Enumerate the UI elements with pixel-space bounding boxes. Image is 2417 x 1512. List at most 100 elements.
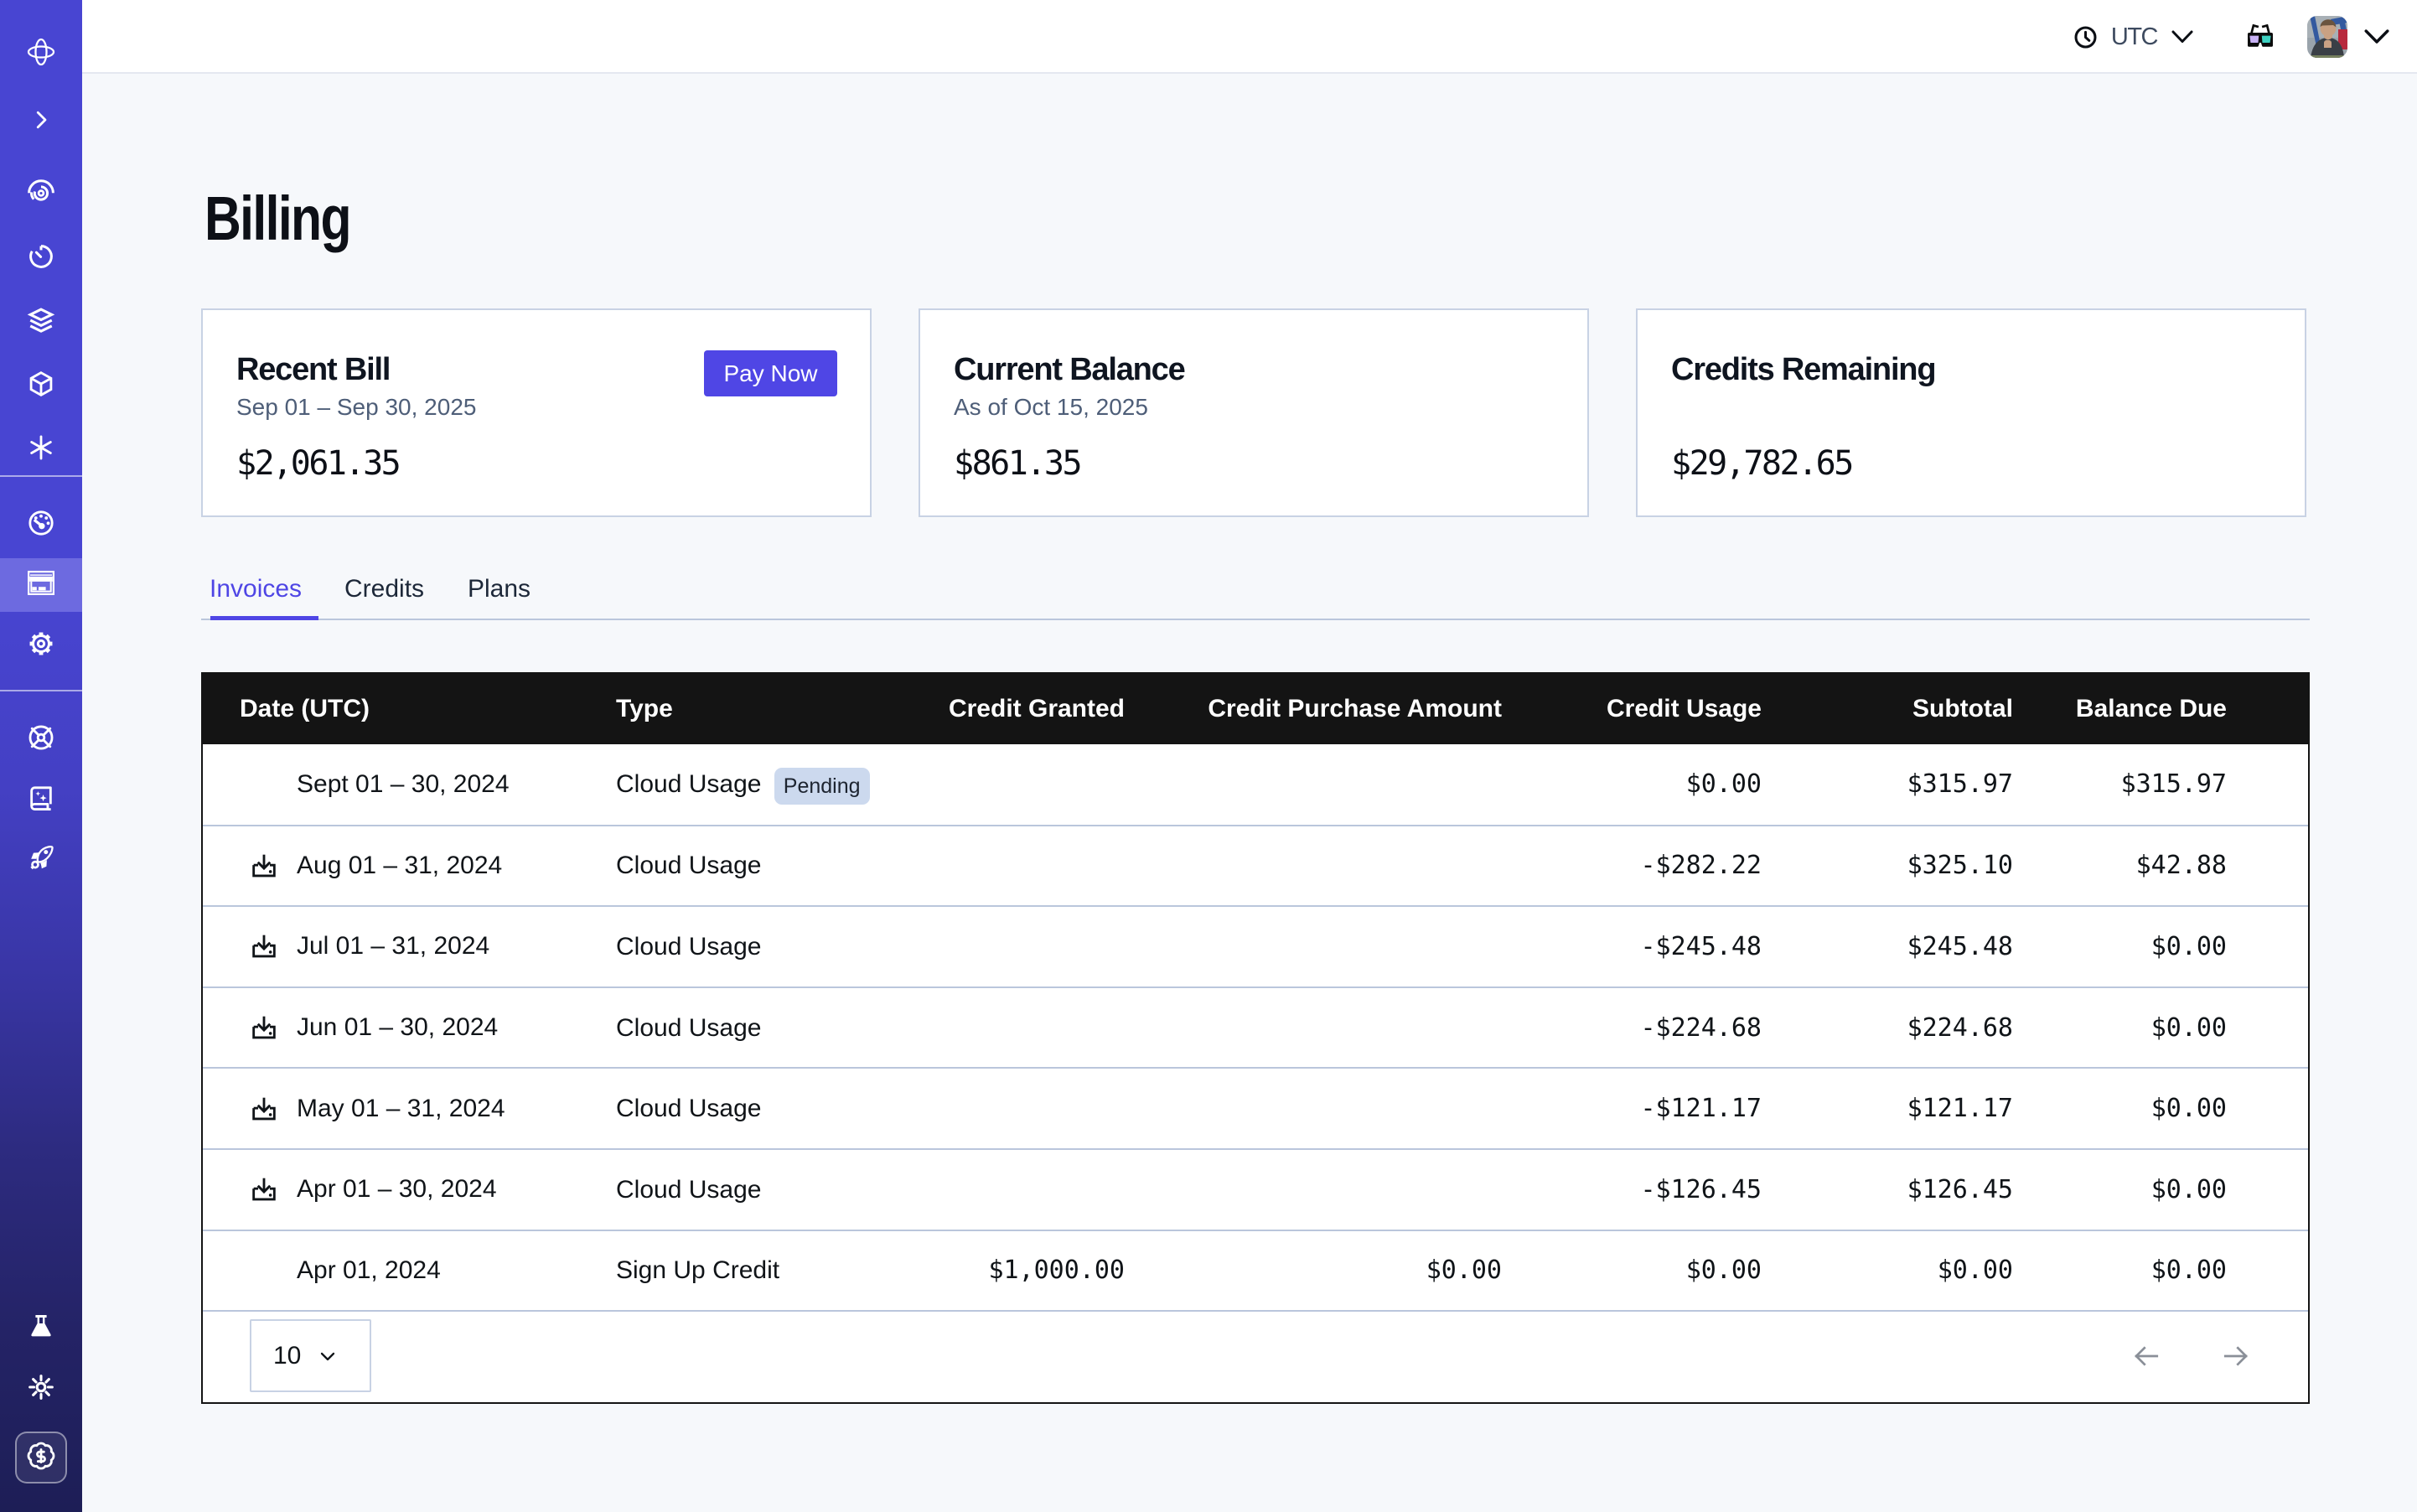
sidebar-item-docs[interactable] bbox=[0, 773, 82, 826]
column-header-subtotal[interactable]: Subtotal bbox=[1783, 674, 2034, 744]
balance-due-value: $315.97 bbox=[2034, 744, 2308, 826]
credit-granted-value bbox=[940, 1149, 1146, 1230]
tab-plans[interactable]: Plans bbox=[468, 560, 530, 619]
download-icon bbox=[250, 1095, 278, 1123]
column-header-type[interactable]: Type bbox=[580, 674, 940, 744]
credit-purchase-value bbox=[1146, 826, 1523, 907]
glasses-icon bbox=[2247, 23, 2274, 47]
chevron-down-icon bbox=[2364, 29, 2389, 44]
download-invoice-button[interactable] bbox=[250, 932, 278, 961]
download-icon bbox=[250, 932, 278, 961]
card-subtitle: As of Oct 15, 2025 bbox=[954, 393, 1547, 422]
card-amount: $29,782.65 bbox=[1671, 444, 2264, 483]
page-size-select[interactable]: 10 bbox=[250, 1319, 371, 1392]
subtotal-value: $315.97 bbox=[1783, 744, 2034, 826]
sidebar-divider bbox=[0, 475, 82, 477]
balance-due-value: $42.88 bbox=[2034, 826, 2308, 907]
subtotal-value: $325.10 bbox=[1783, 826, 2034, 907]
chevron-down-icon bbox=[318, 1346, 338, 1366]
sidebar-item-history[interactable] bbox=[0, 231, 82, 285]
credit-usage-value: -$121.17 bbox=[1523, 1068, 1783, 1149]
credit-granted-value bbox=[940, 826, 1146, 907]
clock-icon bbox=[2074, 26, 2097, 49]
sidebar-item-deployments[interactable] bbox=[0, 359, 82, 412]
column-header-credit-granted[interactable]: Credit Granted bbox=[940, 674, 1146, 744]
user-menu-button[interactable] bbox=[2364, 29, 2389, 44]
credit-purchase-value bbox=[1146, 744, 1523, 826]
download-invoice-button[interactable] bbox=[250, 852, 278, 880]
tab-credits[interactable]: Credits bbox=[344, 560, 424, 619]
credit-purchase-value: $0.00 bbox=[1146, 1230, 1523, 1312]
sidebar-item-observe[interactable] bbox=[0, 168, 82, 221]
balance-due-value: $0.00 bbox=[2034, 1149, 2308, 1230]
billing-icon bbox=[28, 571, 54, 599]
subtotal-value: $224.68 bbox=[1783, 987, 2034, 1069]
sidebar-item-theme[interactable] bbox=[0, 1362, 82, 1416]
sidebar-item-launch[interactable] bbox=[0, 833, 82, 887]
credit-granted-value bbox=[940, 744, 1146, 826]
subtotal-value: $121.17 bbox=[1783, 1068, 2034, 1149]
tab-invoices[interactable]: Invoices bbox=[210, 560, 302, 619]
download-invoice-button[interactable] bbox=[250, 1013, 278, 1042]
invoice-row: Aug 01 – 31, 2024 Cloud Usage -$282.22 $… bbox=[203, 826, 2308, 907]
sidebar-item-credits[interactable] bbox=[15, 1432, 67, 1484]
download-invoice-button[interactable] bbox=[250, 1095, 278, 1123]
recent-bill-card: Recent Bill Sep 01 – Sep 30, 2025 $2,061… bbox=[201, 308, 872, 517]
invoice-date: Apr 01 – 30, 2024 bbox=[297, 1175, 497, 1204]
invoice-row: Sept 01 – 30, 2024 Cloud Usage Pending $… bbox=[203, 744, 2308, 826]
invoice-date: Sept 01 – 30, 2024 bbox=[297, 770, 510, 799]
credit-granted-value bbox=[940, 906, 1146, 987]
reader-mode-button[interactable] bbox=[2247, 23, 2274, 51]
credit-granted-value: $1,000.00 bbox=[940, 1230, 1146, 1312]
column-header-date[interactable]: Date (UTC) bbox=[203, 674, 580, 744]
billing-tabs: Invoices Credits Plans bbox=[201, 560, 2310, 620]
layers-icon bbox=[27, 306, 55, 339]
table-header-row: Date (UTC) Type Credit Granted Credit Pu… bbox=[203, 674, 2308, 744]
credit-purchase-value bbox=[1146, 1068, 1523, 1149]
sidebar-expand-button[interactable] bbox=[0, 95, 82, 148]
credits-remaining-card: Credits Remaining $29,782.65 bbox=[1636, 308, 2306, 517]
credit-usage-value: -$282.22 bbox=[1523, 826, 1783, 907]
download-icon bbox=[250, 852, 278, 880]
gear-icon bbox=[27, 629, 55, 662]
sidebar-item-settings[interactable] bbox=[0, 619, 82, 672]
sidebar bbox=[0, 0, 82, 1512]
rocket-icon bbox=[27, 844, 55, 877]
avatar[interactable] bbox=[2307, 16, 2347, 58]
sidebar-item-usage[interactable] bbox=[0, 498, 82, 551]
column-header-credit-usage[interactable]: Credit Usage bbox=[1523, 674, 1783, 744]
balance-due-value: $0.00 bbox=[2034, 1230, 2308, 1312]
sidebar-item-ai[interactable] bbox=[0, 422, 82, 476]
chevron-down-icon bbox=[2171, 30, 2193, 44]
sidebar-item-support[interactable] bbox=[0, 712, 82, 766]
status-badge: Pending bbox=[774, 768, 870, 805]
download-invoice-button[interactable] bbox=[250, 1175, 278, 1204]
column-header-credit-purchase[interactable]: Credit Purchase Amount bbox=[1146, 674, 1523, 744]
invoice-type: Sign Up Credit bbox=[616, 1256, 779, 1284]
active-tab-underline bbox=[210, 616, 318, 620]
invoice-date: Apr 01, 2024 bbox=[297, 1256, 441, 1285]
balance-due-value: $0.00 bbox=[2034, 1068, 2308, 1149]
column-header-balance-due[interactable]: Balance Due bbox=[2034, 674, 2308, 744]
card-title: Credits Remaining bbox=[1671, 351, 2264, 388]
next-page-button[interactable] bbox=[2221, 1341, 2251, 1371]
previous-page-button[interactable] bbox=[2131, 1341, 2161, 1371]
card-subtitle bbox=[1671, 393, 2264, 422]
invoice-row: Jul 01 – 31, 2024 Cloud Usage -$245.48 $… bbox=[203, 906, 2308, 987]
gauge-icon bbox=[27, 509, 55, 541]
sidebar-item-environments[interactable] bbox=[0, 295, 82, 349]
subtotal-value: $245.48 bbox=[1783, 906, 2034, 987]
credit-granted-value bbox=[940, 987, 1146, 1069]
card-subtitle: Sep 01 – Sep 30, 2025 bbox=[236, 393, 830, 422]
invoice-type: Cloud Usage bbox=[616, 1014, 761, 1042]
pay-now-button[interactable]: Pay Now bbox=[704, 350, 837, 396]
sidebar-item-labs[interactable] bbox=[0, 1302, 82, 1355]
invoice-row: Apr 01, 2024 Sign Up Credit $1,000.00 $0… bbox=[203, 1230, 2308, 1312]
invoice-row: May 01 – 31, 2024 Cloud Usage -$121.17 $… bbox=[203, 1068, 2308, 1149]
magic-book-icon bbox=[27, 784, 55, 816]
asterisk-icon bbox=[27, 433, 55, 466]
invoice-type: Cloud Usage bbox=[616, 933, 761, 961]
timezone-selector[interactable]: UTC bbox=[2074, 23, 2193, 51]
sidebar-item-billing[interactable] bbox=[0, 558, 82, 612]
sidebar-item-logo[interactable] bbox=[0, 27, 82, 80]
